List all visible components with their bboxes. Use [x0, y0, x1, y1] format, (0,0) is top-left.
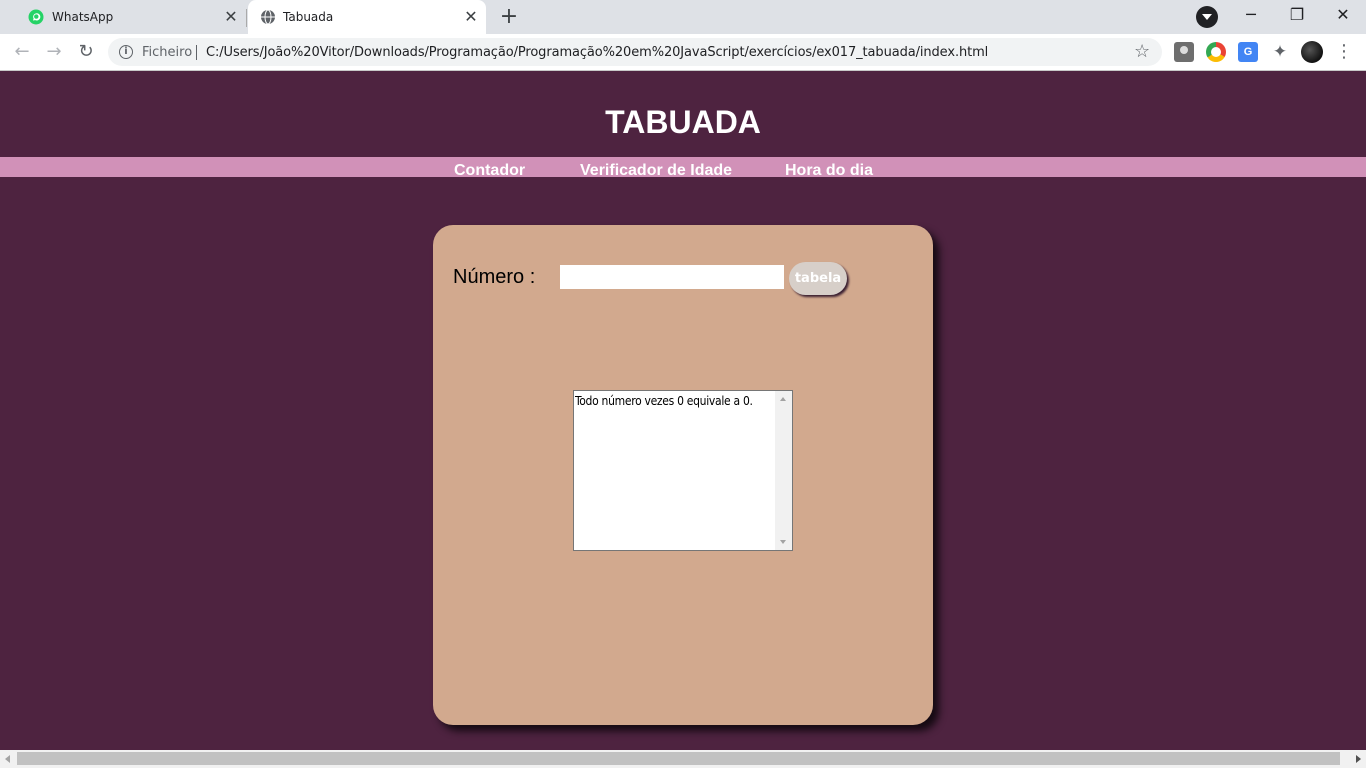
close-icon[interactable]: ✕: [222, 8, 240, 26]
numero-label: Número :: [453, 266, 536, 288]
whatsapp-icon: [28, 9, 44, 25]
info-icon[interactable]: i: [119, 45, 133, 59]
new-tab-button[interactable]: +: [496, 5, 522, 31]
close-icon[interactable]: ✕: [462, 8, 480, 26]
bookmark-star-icon[interactable]: ☆: [1134, 41, 1150, 62]
scroll-left-arrow-icon[interactable]: [5, 755, 10, 763]
result-select[interactable]: Todo número vezes 0 equivale a 0.: [573, 390, 793, 551]
globe-icon: [261, 9, 275, 25]
browser-toolbar: ← → ↻ i Ficheiro C:/Users/João%20Vitor/D…: [0, 34, 1366, 71]
result-scrollbar[interactable]: [775, 391, 792, 550]
nav-link-verificador-idade[interactable]: Verificador de Idade: [580, 162, 732, 180]
tab-divider: [246, 9, 247, 27]
minimize-icon[interactable]: ─: [1228, 0, 1274, 30]
tab-whatsapp[interactable]: WhatsApp ✕: [8, 0, 246, 34]
scroll-down-arrow-icon[interactable]: [780, 540, 786, 544]
avatar[interactable]: [1301, 41, 1323, 63]
nav-link-contador[interactable]: Contador: [454, 162, 525, 180]
tab-strip: WhatsApp ✕ Tabuada ✕ + ─ ❐ ✕: [0, 0, 1366, 35]
scroll-up-arrow-icon[interactable]: [780, 397, 786, 401]
scroll-right-arrow-icon[interactable]: [1356, 755, 1361, 763]
nav-bar: Contador Verificador de Idade Hora do di…: [0, 157, 1366, 180]
address-divider: [196, 45, 197, 60]
address-bar[interactable]: i Ficheiro C:/Users/João%20Vitor/Downloa…: [108, 38, 1162, 66]
kebab-menu-icon[interactable]: ⋮: [1334, 40, 1354, 64]
chrome-extension-icon[interactable]: [1206, 42, 1226, 62]
back-arrow-icon[interactable]: ←: [10, 40, 34, 64]
restore-icon[interactable]: ❐: [1274, 0, 1320, 30]
forward-arrow-icon[interactable]: →: [42, 40, 66, 64]
numero-input[interactable]: [560, 265, 784, 289]
tabuada-card: Número : tabela Todo número vezes 0 equi…: [433, 225, 933, 725]
tab-tabuada[interactable]: Tabuada ✕: [248, 0, 486, 35]
url-text[interactable]: C:/Users/João%20Vitor/Downloads/Programa…: [206, 45, 988, 60]
reload-icon[interactable]: ↻: [74, 40, 98, 64]
translate-icon[interactable]: G: [1238, 42, 1258, 62]
window-close-icon[interactable]: ✕: [1320, 0, 1366, 30]
extension-icon[interactable]: [1174, 42, 1194, 62]
page-body: TABUADA Contador Verificador de Idade Ho…: [0, 71, 1366, 750]
puzzle-icon[interactable]: ✦: [1270, 42, 1290, 62]
nav-link-hora-do-dia[interactable]: Hora do dia: [785, 162, 873, 180]
tab-search-icon[interactable]: [1196, 6, 1218, 28]
page-title: TABUADA: [605, 104, 761, 140]
scrollbar-thumb[interactable]: [17, 752, 1340, 765]
horizontal-scrollbar[interactable]: [0, 750, 1366, 768]
tabela-button[interactable]: tabela: [789, 262, 847, 295]
tab-title: Tabuada: [283, 10, 334, 24]
tab-title: WhatsApp: [52, 10, 114, 24]
result-option[interactable]: Todo número vezes 0 equivale a 0.: [575, 394, 753, 408]
scheme-label: Ficheiro: [142, 45, 193, 60]
